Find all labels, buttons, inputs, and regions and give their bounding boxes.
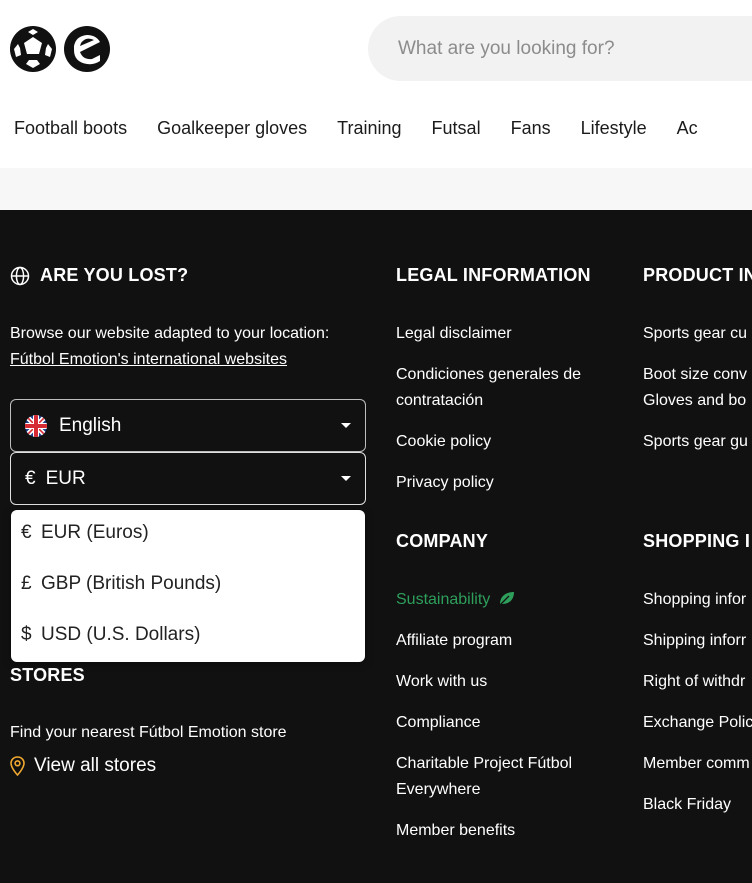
search-input[interactable] xyxy=(398,37,738,60)
location-text: Browse our website adapted to your locat… xyxy=(10,325,330,342)
currency-option-symbol: £ xyxy=(21,573,32,594)
are-you-lost-title: ARE YOU LOST? xyxy=(40,265,189,285)
main-nav: Football boots Goalkeeper gloves Trainin… xyxy=(14,118,728,139)
work-with-us-link[interactable]: Work with us xyxy=(396,669,487,695)
charitable-project-link-line2[interactable]: Everywhere xyxy=(396,777,480,803)
currency-option-label: GBP (British Pounds) xyxy=(41,573,222,594)
shopping-information-title: SHOPPING I xyxy=(643,531,751,551)
compliance-link[interactable]: Compliance xyxy=(396,710,480,736)
terms-of-contract-link-line2[interactable]: contratación xyxy=(396,388,483,414)
international-websites-link[interactable]: Fútbol Emotion's international websites xyxy=(10,347,287,373)
stores-title: STORES xyxy=(10,665,85,685)
nav-football-boots[interactable]: Football boots xyxy=(14,118,127,139)
privacy-policy-link[interactable]: Privacy policy xyxy=(396,470,494,496)
terms-of-contract-link[interactable]: Condiciones generales de xyxy=(396,362,581,388)
leaf-icon xyxy=(499,592,514,606)
member-community-link[interactable]: Member comm xyxy=(643,751,750,777)
cookie-policy-link[interactable]: Cookie policy xyxy=(396,429,491,455)
charitable-project-link[interactable]: Charitable Project Fútbol xyxy=(396,751,572,777)
exchange-policy-link[interactable]: Exchange Polic xyxy=(643,710,752,736)
shopping-information-link[interactable]: Shopping infor xyxy=(643,587,746,613)
product-information-title: PRODUCT IN xyxy=(643,265,752,285)
boot-size-converter-link[interactable]: Boot size conv xyxy=(643,362,747,388)
futbol-emotion-logo-icon xyxy=(10,26,110,72)
shipping-information-link[interactable]: Shipping inforr xyxy=(643,628,746,654)
currency-option-label: USD (U.S. Dollars) xyxy=(41,624,201,645)
affiliate-program-link[interactable]: Affiliate program xyxy=(396,628,512,654)
nav-fans[interactable]: Fans xyxy=(511,118,551,139)
gloves-and-boots-link[interactable]: Gloves and bo xyxy=(643,388,746,414)
nav-futsal[interactable]: Futsal xyxy=(432,118,481,139)
sustainability-link[interactable]: Sustainability xyxy=(396,587,516,613)
legal-information-title: LEGAL INFORMATION xyxy=(396,265,591,285)
sustainability-label: Sustainability xyxy=(396,591,491,608)
site-header: Football boots Goalkeeper gloves Trainin… xyxy=(0,0,752,168)
nav-goalkeeper-gloves[interactable]: Goalkeeper gloves xyxy=(157,118,307,139)
currency-option-label: EUR (Euros) xyxy=(41,522,149,543)
uk-flag-icon xyxy=(25,414,47,437)
sports-gear-guide-link[interactable]: Sports gear gu xyxy=(643,429,748,455)
view-all-stores-link[interactable]: View all stores xyxy=(34,753,156,779)
company-title: COMPANY xyxy=(396,531,489,551)
chevron-down-icon xyxy=(341,476,351,481)
stores-text: Find your nearest Fútbol Emotion store xyxy=(10,724,287,741)
nav-lifestyle[interactable]: Lifestyle xyxy=(581,118,647,139)
globe-icon xyxy=(10,266,30,286)
right-of-withdrawal-link[interactable]: Right of withdr xyxy=(643,669,745,695)
member-benefits-link[interactable]: Member benefits xyxy=(396,818,515,844)
currency-value: EUR xyxy=(45,467,86,489)
currency-dropdown: € EUR (Euros) £ GBP (British Pounds) $ USD … xyxy=(11,510,365,662)
map-pin-icon xyxy=(10,756,25,776)
site-logo[interactable] xyxy=(10,24,112,74)
currency-option-symbol: € xyxy=(21,522,32,543)
currency-option-symbol: $ xyxy=(21,624,32,645)
search-bar[interactable] xyxy=(368,16,752,81)
currency-option-usd[interactable]: $ USD (U.S. Dollars) xyxy=(21,624,200,646)
language-select[interactable]: English xyxy=(10,399,366,452)
currency-symbol: € xyxy=(25,467,36,489)
currency-option-gbp[interactable]: £ GBP (British Pounds) xyxy=(21,573,221,595)
currency-select[interactable]: € EUR xyxy=(10,452,366,505)
legal-disclaimer-link[interactable]: Legal disclaimer xyxy=(396,321,512,347)
language-value: English xyxy=(59,414,122,436)
nav-accessories[interactable]: Ac xyxy=(677,118,698,139)
sports-gear-customization-link[interactable]: Sports gear cu xyxy=(643,321,747,347)
nav-training[interactable]: Training xyxy=(337,118,401,139)
currency-option-eur[interactable]: € EUR (Euros) xyxy=(21,522,149,544)
black-friday-link[interactable]: Black Friday xyxy=(643,792,731,818)
header-divider-band xyxy=(0,168,752,210)
chevron-down-icon xyxy=(341,423,351,428)
